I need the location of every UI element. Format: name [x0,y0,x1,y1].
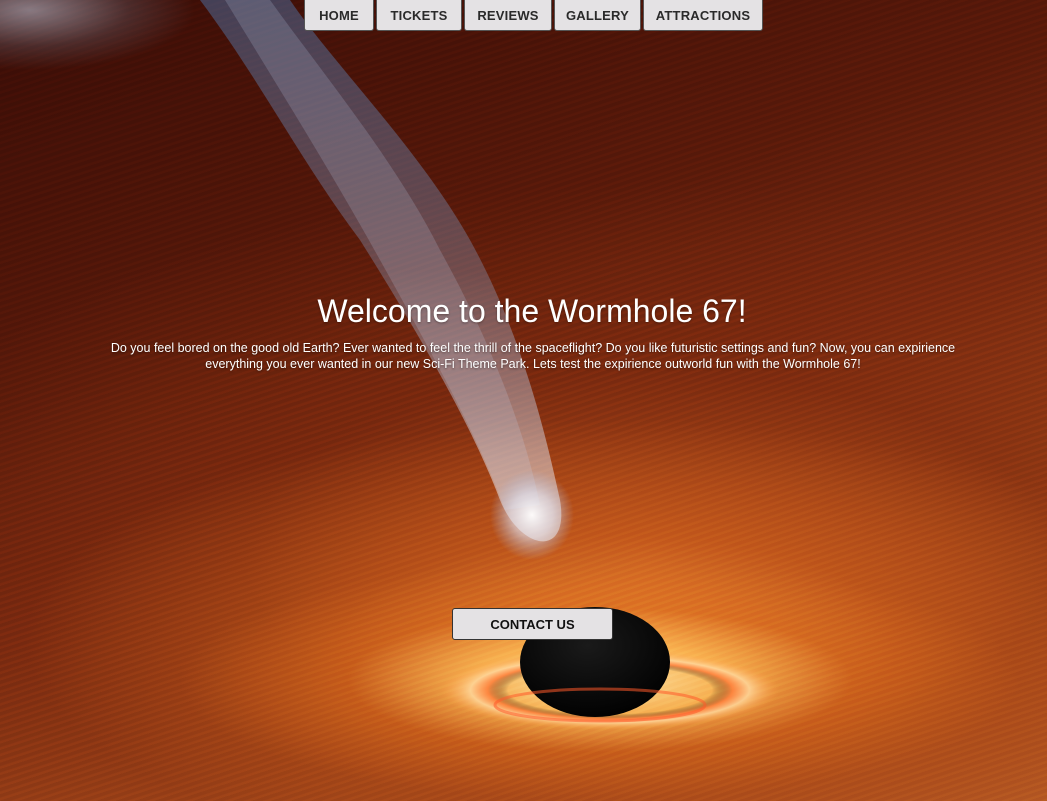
nav-reviews[interactable]: REVIEWS [464,0,552,31]
hero-title: Welcome to the Wormhole 67! [317,293,747,329]
main-nav: HOME TICKETS REVIEWS GALLERY ATTRACTIONS [304,0,763,31]
page: HOME TICKETS REVIEWS GALLERY ATTRACTIONS… [0,0,1047,801]
contact-us-button[interactable]: CONTACT US [452,608,613,640]
nav-attractions[interactable]: ATTRACTIONS [643,0,763,31]
hero-description: Do you feel bored on the good old Earth?… [110,341,956,371]
nav-tickets[interactable]: TICKETS [376,0,462,31]
nav-home[interactable]: HOME [304,0,374,31]
nav-gallery[interactable]: GALLERY [554,0,641,31]
black-hole [440,607,780,730]
